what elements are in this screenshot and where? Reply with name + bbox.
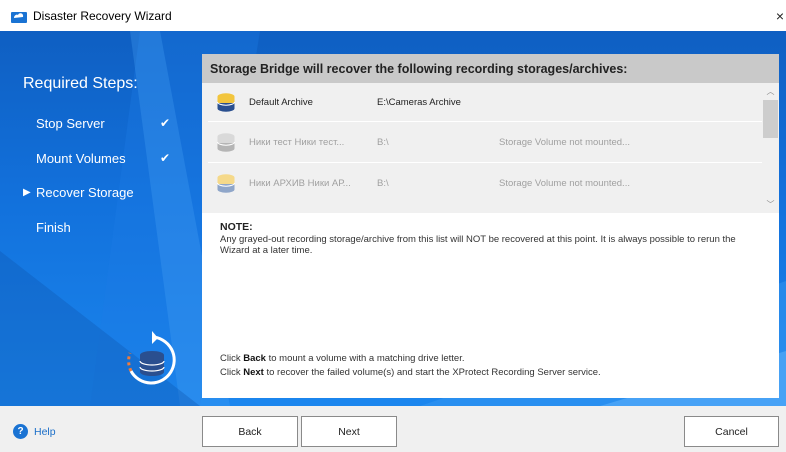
step-finish: Finish [36, 217, 186, 237]
storage-name: Ники АРХИВ Ники АР... [249, 177, 351, 189]
cancel-button[interactable]: Cancel [684, 416, 779, 447]
panel-header: Storage Bridge will recover the followin… [202, 54, 779, 83]
hint-suffix: to mount a volume with a matching drive … [268, 353, 465, 364]
storage-name: Default Archive [249, 96, 313, 108]
database-icon [217, 133, 235, 152]
help-label: Help [34, 425, 56, 438]
step-label: Stop Server [36, 115, 105, 131]
storage-status: Storage Volume not mounted... [499, 136, 630, 148]
scroll-up-icon[interactable]: ︿ [762, 83, 779, 100]
step-label: Recover Storage [36, 184, 134, 200]
note-text: Any grayed-out recording storage/archive… [220, 234, 736, 256]
wizard-main-area: Required Steps: Stop Server ✔ Mount Volu… [0, 31, 786, 406]
row-divider [208, 162, 762, 163]
title-bar: Disaster Recovery Wizard × [0, 0, 786, 31]
hint-prefix: Click [220, 353, 241, 364]
scroll-down-icon[interactable]: ﹀ [762, 196, 779, 213]
hint-back: Click Back to mount a volume with a matc… [220, 353, 465, 364]
scrollbar-thumb[interactable] [763, 100, 778, 138]
app-icon [11, 11, 27, 23]
step-label: Mount Volumes [36, 150, 126, 166]
current-step-arrow-icon: ▶ [23, 186, 31, 198]
step-mount-volumes: Mount Volumes ✔ [36, 148, 186, 168]
required-steps-title: Required Steps: [23, 75, 138, 92]
back-button[interactable]: Back [202, 416, 298, 447]
step-label: Finish [36, 219, 71, 235]
hint-prefix: Click [220, 367, 241, 378]
help-link[interactable]: ? Help [13, 424, 56, 439]
footer-bar: ? Help Back Next Cancel [0, 406, 786, 452]
window-title: Disaster Recovery Wizard [33, 8, 172, 23]
step-recover-storage: ▶ Recover Storage [23, 182, 186, 202]
step-stop-server: Stop Server ✔ [36, 113, 186, 133]
row-divider [208, 121, 762, 122]
database-icon [217, 174, 235, 193]
next-button[interactable]: Next [301, 416, 397, 447]
storage-row-niki-test[interactable]: Ники тест Ники тест... B:\ Storage Volum… [202, 123, 762, 161]
note-title: NOTE: [220, 221, 253, 233]
storage-name: Ники тест Ники тест... [249, 136, 345, 148]
storage-list[interactable]: Default Archive E:\Cameras Archive Ники … [202, 83, 779, 213]
close-icon[interactable]: × [774, 0, 786, 31]
hint-suffix: to recover the failed volume(s) and star… [266, 367, 601, 378]
check-icon: ✔ [160, 151, 171, 165]
storage-row-niki-archive[interactable]: Ники АРХИВ Ники АР... B:\ Storage Volume… [202, 164, 762, 202]
database-icon [217, 93, 235, 112]
hint-keyword: Back [243, 353, 266, 364]
hint-keyword: Next [243, 367, 264, 378]
storage-path: B:\ [377, 177, 389, 189]
storage-path: E:\Cameras Archive [377, 96, 461, 108]
content-panel: Storage Bridge will recover the followin… [202, 54, 779, 398]
storage-row-default-archive[interactable]: Default Archive E:\Cameras Archive [202, 83, 762, 121]
storage-status: Storage Volume not mounted... [499, 177, 630, 189]
storage-path: B:\ [377, 136, 389, 148]
question-circle-icon: ? [13, 424, 28, 439]
list-scrollbar[interactable]: ︿ ﹀ [762, 83, 779, 213]
check-icon: ✔ [160, 116, 171, 130]
database-restore-icon [127, 331, 176, 385]
hint-next: Click Next to recover the failed volume(… [220, 367, 601, 378]
